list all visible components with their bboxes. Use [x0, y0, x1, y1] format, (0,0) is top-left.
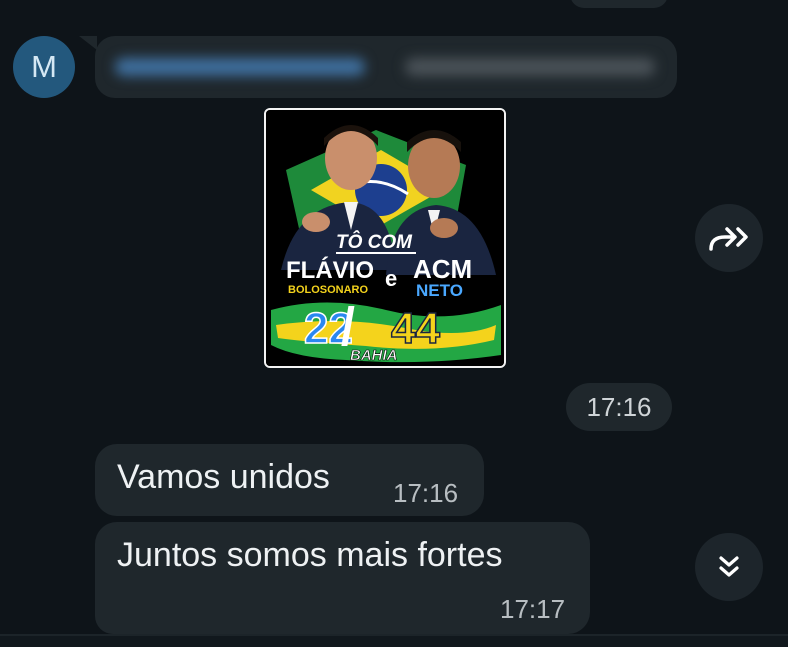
- double-chevron-down-icon: [719, 556, 739, 577]
- bubble-tail: [79, 36, 97, 50]
- sticker-time-text: 17:16: [586, 391, 652, 422]
- sender-phone-redacted: [405, 58, 655, 76]
- sticker-number2: 44: [391, 304, 440, 353]
- sticker-region: BAHIA: [350, 347, 398, 364]
- composer-edge: [0, 634, 788, 647]
- forward-button[interactable]: [695, 204, 763, 272]
- scroll-to-bottom-button[interactable]: [695, 533, 763, 601]
- message-time: 17:17: [500, 594, 566, 624]
- sticker-timestamp: 17:16: [566, 383, 672, 431]
- message-bubble[interactable]: Juntos somos mais fortes 17:17: [95, 522, 590, 634]
- avatar-letter: M: [31, 49, 57, 84]
- sticker-name2: ACM: [413, 254, 472, 284]
- avatar[interactable]: M: [13, 36, 75, 98]
- sticker-line1: TÔ COM: [336, 231, 413, 253]
- message-time: 17:16: [393, 478, 459, 508]
- previous-message-bubble: [570, 0, 668, 8]
- campaign-sticker[interactable]: TÔ COM FLÁVIO BOLOSONARO e ACM NETO 22 4…: [264, 108, 506, 368]
- sticker-connector: e: [385, 266, 397, 291]
- sender-name-redacted: [115, 58, 365, 76]
- sticker-surname2: NETO: [416, 281, 463, 300]
- sticker-surname1: BOLOSONARO: [288, 284, 369, 296]
- sender-header-bubble: [95, 36, 677, 98]
- sticker-art: TÔ COM FLÁVIO BOLOSONARO e ACM NETO 22 4…: [266, 110, 504, 366]
- forward-icon: [709, 227, 748, 251]
- sticker-name1: FLÁVIO: [286, 256, 374, 284]
- message-text: Juntos somos mais fortes: [117, 536, 503, 574]
- message-text: Vamos unidos: [117, 458, 330, 496]
- message-bubble[interactable]: Vamos unidos 17:16: [95, 444, 484, 516]
